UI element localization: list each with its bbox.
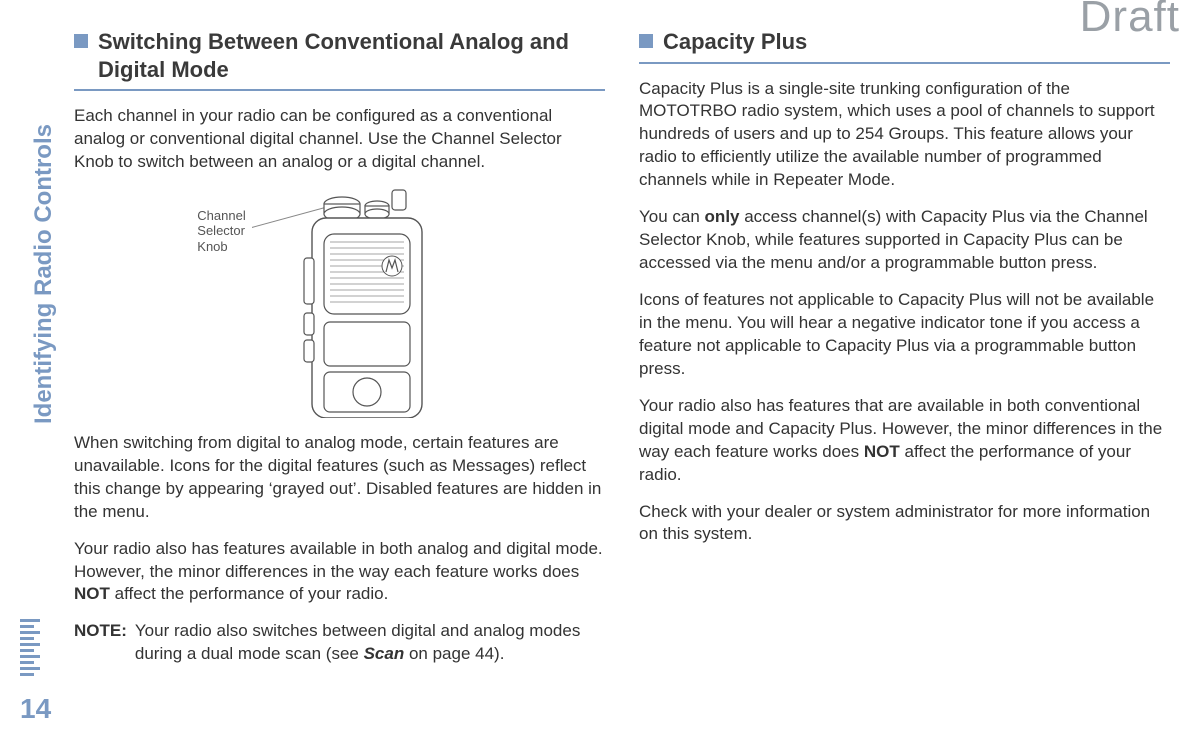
- right-paragraph-1: Capacity Plus is a single-site trunking …: [639, 78, 1170, 193]
- callout-line-1: Channel: [197, 208, 245, 223]
- note-text: Your radio also switches between digital…: [135, 620, 605, 666]
- left-column: Switching Between Conventional Analog an…: [74, 28, 605, 717]
- right-p2-bold: only: [705, 207, 740, 226]
- heading-rule-left: [74, 89, 605, 91]
- note-block: NOTE: Your radio also switches between d…: [74, 620, 605, 666]
- radio-illustration: [252, 188, 482, 418]
- heading-text-right: Capacity Plus: [663, 28, 807, 56]
- left-paragraph-3: Your radio also has features available i…: [74, 538, 605, 607]
- sidebar: Identifying Radio Controls 14: [14, 0, 58, 739]
- right-p2-pre: You can: [639, 207, 705, 226]
- heading-bullet-icon: [74, 34, 88, 48]
- note-bold: Scan: [364, 644, 405, 663]
- content-columns: Switching Between Conventional Analog an…: [74, 28, 1170, 717]
- right-paragraph-2: You can only access channel(s) with Capa…: [639, 206, 1170, 275]
- callout-line-2: Selector: [197, 223, 245, 238]
- figure-callout: Channel Selector Knob: [197, 208, 245, 255]
- right-p4-bold: NOT: [864, 442, 900, 461]
- section-heading-left: Switching Between Conventional Analog an…: [74, 28, 605, 83]
- heading-bullet-icon: [639, 34, 653, 48]
- right-paragraph-4: Your radio also has features that are av…: [639, 395, 1170, 487]
- thumb-index-marks: [20, 616, 40, 679]
- callout-line-3: Knob: [197, 239, 227, 254]
- left-paragraph-1: Each channel in your radio can be config…: [74, 105, 605, 174]
- right-paragraph-3: Icons of features not applicable to Capa…: [639, 289, 1170, 381]
- sidebar-section-label: Identifying Radio Controls: [30, 164, 58, 424]
- right-paragraph-5: Check with your dealer or system adminis…: [639, 501, 1170, 547]
- right-column: Capacity Plus Capacity Plus is a single-…: [639, 28, 1170, 717]
- left-p3-post: affect the performance of your radio.: [110, 584, 388, 603]
- left-p3-pre: Your radio also has features available i…: [74, 539, 603, 581]
- left-p3-bold: NOT: [74, 584, 110, 603]
- heading-rule-right: [639, 62, 1170, 64]
- note-post: on page 44).: [404, 644, 504, 663]
- left-paragraph-2: When switching from digital to analog mo…: [74, 432, 605, 524]
- section-heading-right: Capacity Plus: [639, 28, 1170, 56]
- heading-text-left: Switching Between Conventional Analog an…: [98, 28, 605, 83]
- radio-figure: Channel Selector Knob: [74, 188, 605, 418]
- page-number: 14: [20, 693, 51, 725]
- note-label: NOTE:: [74, 620, 127, 666]
- note-pre: Your radio also switches between digital…: [135, 621, 580, 663]
